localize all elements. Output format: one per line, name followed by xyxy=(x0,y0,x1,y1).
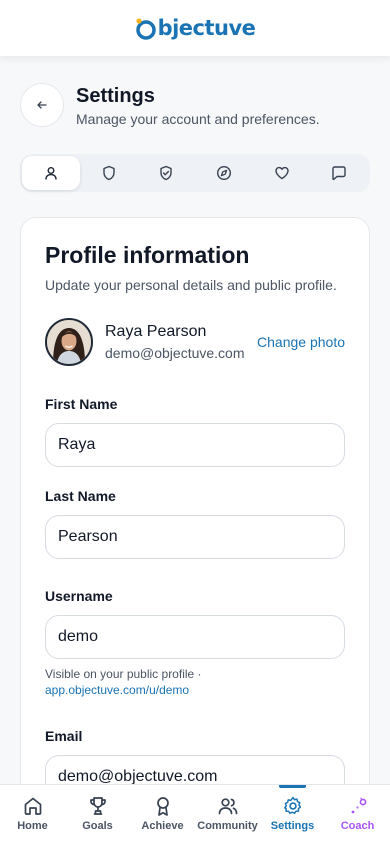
nav-label: Achieve xyxy=(141,820,184,832)
section-subtitle: Update your personal details and public … xyxy=(45,277,337,293)
email-label: Email xyxy=(45,728,83,744)
page-title: Settings xyxy=(76,85,155,107)
award-icon xyxy=(156,797,169,816)
sparkle-icon xyxy=(351,797,366,814)
arrow-left-icon xyxy=(37,101,47,109)
settings-tabs xyxy=(20,154,370,192)
heart-icon xyxy=(274,166,289,180)
tab-profile[interactable] xyxy=(22,156,80,190)
nav-label: Community xyxy=(197,820,258,832)
avatar[interactable] xyxy=(45,318,93,366)
users-icon xyxy=(218,798,237,815)
public-profile-link[interactable]: app.objectuve.com/u/demo xyxy=(45,683,189,697)
tab-privacy[interactable] xyxy=(137,156,195,190)
nav-label: Home xyxy=(17,820,48,832)
trophy-icon xyxy=(89,797,106,815)
username-input[interactable]: demo xyxy=(45,615,345,659)
change-photo-link[interactable]: Change photo xyxy=(257,334,345,350)
username-hint: Visible on your public profile · app.obj… xyxy=(45,666,202,698)
last-name-input[interactable]: Pearson xyxy=(45,515,345,559)
message-icon xyxy=(332,166,346,181)
last-name-label: Last Name xyxy=(45,488,116,504)
app-logo[interactable]: bjectuve xyxy=(135,13,256,43)
username-label: Username xyxy=(45,588,113,604)
back-button[interactable] xyxy=(20,83,64,127)
nav-label: Goals xyxy=(82,820,113,832)
profile-name: Raya Pearson xyxy=(105,323,207,340)
tab-explore[interactable] xyxy=(195,156,253,190)
nav-settings[interactable]: Settings xyxy=(260,785,325,844)
nav-achieve[interactable]: Achieve xyxy=(130,785,195,844)
nav-goals[interactable]: Goals xyxy=(65,785,130,844)
nav-community[interactable]: Community xyxy=(195,785,260,844)
shield-check-icon xyxy=(160,165,172,181)
profile-summary: Raya Pearson demo@objectuve.com Change p… xyxy=(45,318,345,368)
bottom-nav: Home Goals Achieve Community Settings Co… xyxy=(0,784,390,844)
profile-card: Profile information Update your personal… xyxy=(20,217,370,837)
top-bar: bjectuve xyxy=(0,0,390,56)
username-hint-text: Visible on your public profile · xyxy=(45,667,202,681)
tab-security[interactable] xyxy=(80,156,138,190)
shield-icon xyxy=(102,165,115,181)
home-icon xyxy=(24,797,41,815)
gear-icon xyxy=(283,796,301,815)
first-name-input[interactable]: Raya xyxy=(45,423,345,467)
profile-email: demo@objectuve.com xyxy=(105,345,245,361)
logo-text: bjectuve xyxy=(157,16,256,40)
active-indicator xyxy=(279,785,306,788)
nav-home[interactable]: Home xyxy=(0,785,65,844)
nav-label: Coach xyxy=(340,820,375,832)
page-header: Settings Manage your account and prefere… xyxy=(20,83,370,129)
logo-mark-icon xyxy=(135,17,157,40)
compass-icon xyxy=(216,165,231,181)
tab-favorites[interactable] xyxy=(253,156,311,190)
page-subtitle: Manage your account and preferences. xyxy=(76,111,320,127)
nav-coach[interactable]: Coach xyxy=(325,785,390,844)
user-icon xyxy=(45,167,57,180)
section-title: Profile information xyxy=(45,242,250,268)
tab-messages[interactable] xyxy=(310,156,368,190)
first-name-label: First Name xyxy=(45,396,118,412)
nav-label: Settings xyxy=(270,820,315,832)
